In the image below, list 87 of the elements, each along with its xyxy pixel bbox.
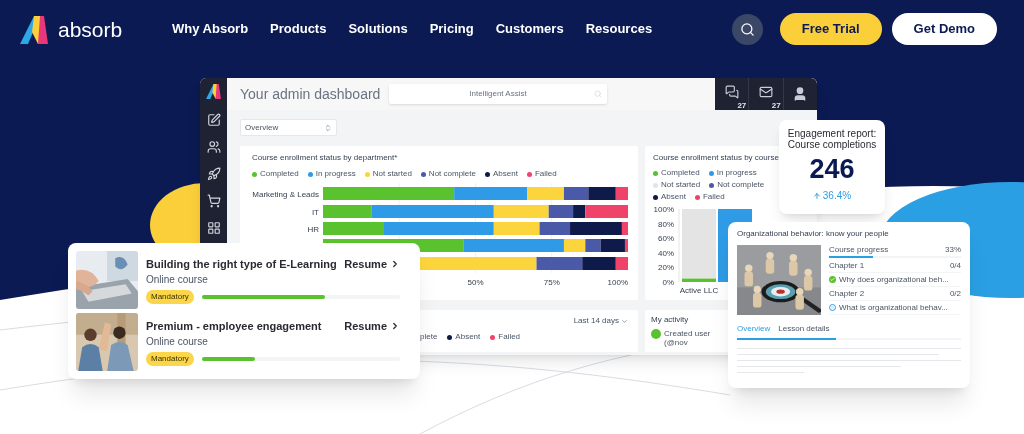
- logo-wordmark: absorb: [58, 18, 123, 40]
- resume-button[interactable]: Resume: [344, 317, 400, 335]
- rocket-icon[interactable]: [206, 167, 221, 181]
- chapter-count: 0/2: [949, 289, 961, 298]
- bar-segment: [563, 187, 589, 200]
- legend-label: Not complete: [717, 180, 765, 190]
- legend-label: Not started: [372, 169, 412, 179]
- chapter-title: Chapter 2: [829, 289, 865, 298]
- card-title: Organizational behavior: know your people: [737, 228, 890, 240]
- mandatory-tag: Mandatory: [146, 352, 194, 367]
- legend-label: plete: [420, 331, 438, 343]
- nav-link[interactable]: Products: [270, 19, 327, 39]
- mandatory-tag: Mandatory: [146, 290, 194, 305]
- legend-label: Failed: [702, 192, 725, 202]
- search-placeholder: Intelligent Assist: [469, 88, 527, 100]
- search-field[interactable]: Intelligent Assist: [389, 84, 607, 104]
- logo-icon: [205, 82, 222, 100]
- notification-count: 27: [771, 101, 781, 110]
- cart-icon[interactable]: [206, 194, 221, 208]
- legend-label: In progress: [716, 168, 757, 178]
- panel-title: My activity: [651, 314, 690, 326]
- legend-label: Completed: [260, 169, 299, 179]
- legend-label: Completed: [661, 168, 700, 178]
- legend-label: Absent: [493, 169, 518, 179]
- activity-entry: Created user (@nov: [664, 329, 712, 347]
- legend-label: Failed: [498, 331, 521, 343]
- axis-tick-label: 60%: [658, 234, 674, 244]
- legend-label: Absent: [455, 331, 481, 343]
- chevron-icon: [390, 321, 400, 331]
- nav-link[interactable]: Pricing: [429, 19, 474, 39]
- demo-button[interactable]: Get Demo: [891, 13, 997, 45]
- arrow-up-icon: [812, 191, 821, 200]
- date-range-select[interactable]: Last 14 days: [573, 315, 628, 327]
- lesson-title: Why does organizational beh...: [839, 275, 949, 284]
- course-title: Building the right type of E-Learning: [146, 256, 337, 272]
- legend-label: In progress: [315, 169, 356, 179]
- select-icon: [324, 123, 332, 132]
- category-label: IT: [311, 207, 319, 217]
- axis-tick-label: 100%: [653, 205, 674, 214]
- search-icon: [739, 21, 755, 37]
- legend-label: Absent: [661, 192, 686, 202]
- nav-link[interactable]: Resources: [585, 19, 653, 39]
- legend-label: Failed: [534, 169, 557, 179]
- legend-label: Not complete: [428, 169, 476, 179]
- edit-icon[interactable]: [206, 113, 221, 127]
- completion-count: 246: [809, 156, 855, 183]
- chapter-count: 0/4: [949, 261, 961, 270]
- axis-tick-label: 75%: [543, 278, 560, 287]
- axis-tick-label: 50%: [467, 278, 484, 287]
- category-label: HR: [307, 224, 319, 234]
- view-select[interactable]: Overview: [240, 119, 337, 136]
- notification-count: 27: [737, 101, 747, 110]
- chart-title: Course enrollment status by course: [653, 152, 780, 164]
- axis-tick-label: 40%: [658, 248, 674, 258]
- category-label: Active LLC: [679, 286, 719, 295]
- chat-icon[interactable]: [724, 85, 739, 99]
- chevron-icon: [390, 259, 400, 269]
- axis-tick-label: 0%: [662, 278, 674, 287]
- chapter-title: Chapter 1: [829, 261, 865, 270]
- change-percent: 36.4%: [822, 189, 852, 203]
- nav-link[interactable]: Customers: [495, 19, 564, 39]
- axis-tick-label: 100%: [607, 278, 628, 287]
- nav-link[interactable]: Solutions: [348, 19, 408, 39]
- course-type: Online course: [146, 335, 209, 350]
- caret-icon: [621, 317, 628, 325]
- chart-title: Course enrollment status by department*: [252, 152, 399, 164]
- resume-button[interactable]: Resume: [344, 255, 400, 273]
- lesson-title: What is organizational behav...: [839, 303, 948, 312]
- search-icon: [594, 90, 602, 98]
- logo-icon: [20, 14, 50, 44]
- nav-link[interactable]: Why Absorb: [172, 19, 249, 39]
- legend-label: Not started: [661, 180, 701, 190]
- axis-tick-label: 20%: [658, 263, 674, 273]
- mail-icon[interactable]: [759, 85, 773, 99]
- avatar-icon: [651, 329, 661, 339]
- card-title: Course completions: [787, 139, 877, 150]
- trial-button[interactable]: Free Trial: [779, 13, 882, 45]
- progress-percent: 33%: [945, 245, 961, 254]
- progress-label: Course progress: [829, 245, 889, 254]
- card-title: Engagement report:: [787, 128, 877, 139]
- axis-tick-label: 80%: [658, 219, 674, 229]
- grid-icon[interactable]: [206, 221, 221, 235]
- course-title: Premium - employee engagement: [146, 318, 322, 334]
- category-label: Marketing & Leads: [252, 189, 319, 199]
- users-icon[interactable]: [206, 140, 221, 154]
- tab[interactable]: Lesson details: [778, 323, 830, 335]
- course-type: Online course: [146, 273, 209, 288]
